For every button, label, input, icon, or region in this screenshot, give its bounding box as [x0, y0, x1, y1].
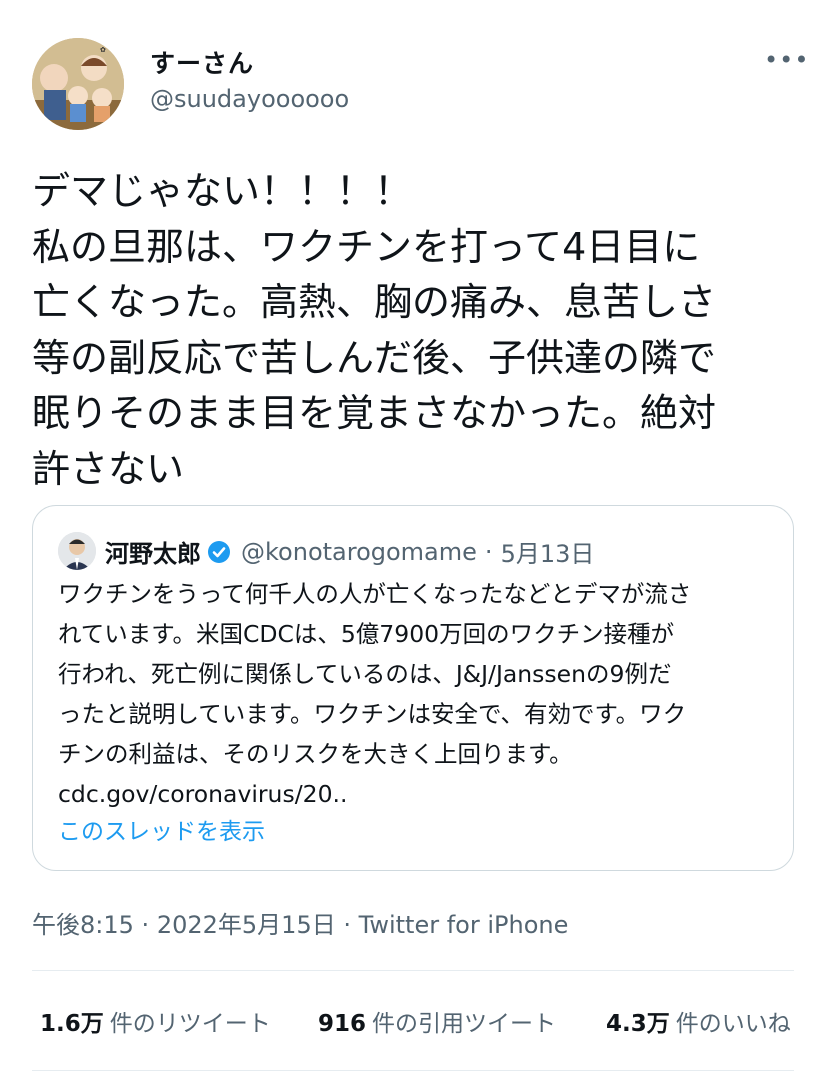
meta-separator: ·	[141, 911, 150, 939]
retweets-label: 件のリツイート	[109, 1011, 271, 1037]
show-thread-link[interactable]: このスレッドを表示	[58, 812, 265, 846]
tweet-text-line: 等の副反応で苦しんだ後、子供達の隣で	[32, 335, 717, 380]
quoted-tweet-header: 河野太郎 @konotarogomame · 5月13日	[105, 534, 594, 569]
tweet-text-line: 私の旦那は、ワクチンを打って4日目に	[32, 224, 701, 269]
quoted-text-line: チンの利益は、そのリスクを大きく上回ります。	[58, 740, 573, 768]
retweets-count: 1.6万	[40, 1011, 104, 1037]
quotes-count: 916	[318, 1011, 367, 1037]
meta-separator: ·	[343, 911, 351, 939]
quotes-label: 件の引用ツイート	[372, 1011, 557, 1037]
tweet-source[interactable]: Twitter for iPhone	[359, 911, 569, 939]
quoted-text-line: れています。米国CDCは、5億7900万回のワクチン接種が	[58, 620, 675, 648]
quoted-date[interactable]: 5月13日	[501, 534, 595, 569]
author-handle[interactable]: @suudayoooooo	[150, 85, 349, 113]
tweet-meta: 午後8:15 · 2022年5月15日 · Twitter for iPhone	[32, 905, 568, 940]
tweet-text-line: デマじゃない！！！！	[32, 169, 413, 213]
quoted-separator: ·	[484, 537, 493, 566]
quoted-author-name[interactable]: 河野太郎	[105, 534, 201, 569]
quoted-text-line: ったと説明しています。ワクチンは安全で、有効です。ワク	[58, 700, 687, 728]
tweet-text: デマじゃない！！！！ 私の旦那は、ワクチンを打って4日目に 亡くなった。高熱、胸…	[32, 164, 802, 497]
more-icon[interactable]: •••	[764, 46, 809, 74]
retweets-stat[interactable]: 1.6万 件のリツイート	[40, 1004, 271, 1038]
tweet-text-line: 許さない	[32, 446, 185, 491]
quoted-link: cdc.gov/coronavirus/20..	[58, 780, 348, 808]
divider	[32, 1070, 794, 1071]
quoted-text-line: ワクチンをうって何千人の人が亡くなったなどとデマが流さ	[58, 580, 692, 608]
quoted-tweet-card[interactable]: 河野太郎 @konotarogomame · 5月13日 ワクチンをうって何千人…	[32, 505, 794, 871]
tweet-time[interactable]: 午後8:15	[32, 911, 134, 939]
avatar[interactable]: ✿	[32, 38, 124, 130]
quoted-text-line: 行われ、死亡例に関係しているのは、J&J/Janssenの9例だ	[58, 660, 672, 688]
quoted-author-avatar[interactable]	[58, 532, 96, 570]
likes-count: 4.3万	[606, 1011, 670, 1037]
tweet-text-line: 眠りそのまま目を覚まさなかった。絶対	[32, 391, 717, 435]
likes-stat[interactable]: 4.3万 件のいいね	[606, 1004, 791, 1038]
quoted-author-handle[interactable]: @konotarogomame	[241, 538, 477, 566]
svg-text:✿: ✿	[100, 46, 106, 54]
tweet-date[interactable]: 2022年5月15日	[157, 911, 336, 939]
quotes-stat[interactable]: 916 件の引用ツイート	[318, 1004, 556, 1038]
divider	[32, 970, 794, 971]
quoted-tweet-text: ワクチンをうって何千人の人が亡くなったなどとデマが流さ れています。米国CDCは…	[58, 574, 788, 814]
likes-label: 件のいいね	[675, 1011, 791, 1037]
author-display-name[interactable]: すーさん	[150, 44, 254, 80]
verified-badge-icon	[208, 540, 230, 563]
tweet-text-line: 亡くなった。高熱、胸の痛み、息苦しさ	[32, 280, 717, 324]
avatar-illustration: ✿	[32, 38, 124, 130]
quoted-avatar-photo	[58, 532, 96, 570]
